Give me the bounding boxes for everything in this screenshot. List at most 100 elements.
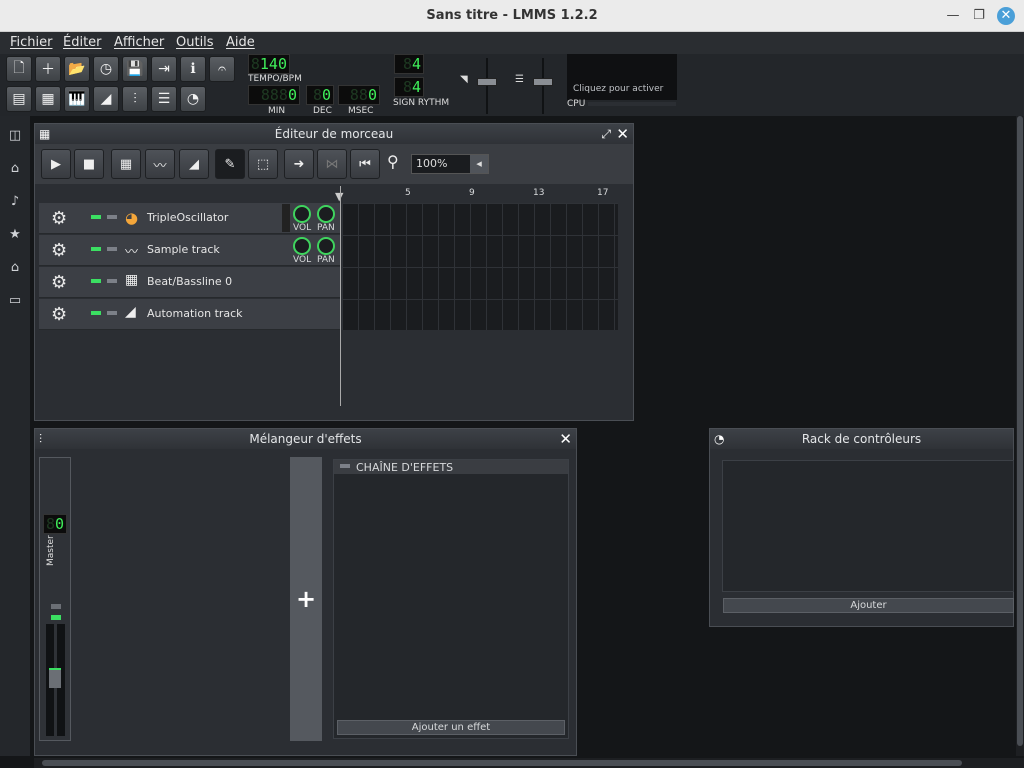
master-channel-strip[interactable]: 80 Master — [39, 457, 71, 741]
horizontal-scrollbar[interactable] — [34, 758, 1024, 768]
mute-led[interactable] — [91, 215, 101, 219]
new-from-template-icon[interactable]: ＋ — [35, 56, 61, 82]
menu-editer[interactable]: Éditer — [63, 35, 102, 50]
add-beat-bassline-icon[interactable]: ▦ — [111, 149, 141, 179]
computer-icon[interactable]: ▭ — [6, 293, 24, 311]
menu-aide[interactable]: Aide — [226, 35, 255, 50]
recent-projects-icon[interactable]: ◷ — [93, 56, 119, 82]
waveform-icon: 〰 — [125, 245, 139, 260]
cpu-graph[interactable]: Cliquez pour activer — [567, 54, 677, 100]
menu-outils[interactable]: Outils — [176, 35, 214, 50]
new-project-icon[interactable]: 🗋 — [6, 56, 32, 82]
menu-fichier[interactable]: Fichier — [10, 35, 53, 50]
add-controller-button[interactable]: Ajouter — [723, 598, 1014, 613]
save-project-icon[interactable]: 💾 — [122, 56, 148, 82]
track-name[interactable]: Sample track — [147, 243, 220, 256]
close-window-icon[interactable]: ✕ — [997, 7, 1015, 25]
fx-mixer-window: ⫶ Mélangeur d'effets ✕ 80 Master + CHAÎN… — [34, 428, 577, 756]
home-icon[interactable]: ⌂ — [6, 260, 24, 278]
effects-chain-header: CHAÎNE D'EFFETS — [334, 460, 568, 474]
volume-knob[interactable] — [293, 205, 311, 223]
time-sig-numerator[interactable]: 84 — [394, 54, 424, 74]
solo-led[interactable] — [107, 279, 117, 283]
vertical-scrollbar[interactable] — [1016, 116, 1024, 756]
gear-icon[interactable]: ⚙ — [51, 240, 67, 261]
mute-led[interactable] — [91, 279, 101, 283]
pan-knob[interactable] — [317, 237, 335, 255]
tempo-display[interactable]: 8140 — [248, 54, 290, 74]
cpu-bar — [588, 102, 676, 106]
info-icon[interactable]: ℹ — [180, 56, 206, 82]
play-icon[interactable]: ▶ — [41, 149, 71, 179]
song-editor-toolbar: ▶ ■ ▦ 〰 ◢ ✎ ⬚ ➜ ⋈ ⏮ ⚲ 100% ◂ — [35, 144, 633, 184]
gear-icon[interactable]: ⚙ — [51, 208, 67, 229]
edit-mode-icon[interactable]: ⬚ — [248, 149, 278, 179]
track-name[interactable]: TripleOscillator — [147, 211, 228, 224]
instrument-plugins-icon[interactable]: ◫ — [6, 128, 24, 146]
project-notes-icon[interactable]: ☰ — [151, 86, 177, 112]
fx-mixer-icon[interactable]: ⫶ — [122, 86, 148, 112]
stop-behaviour-icon[interactable]: ⏮ — [350, 149, 380, 179]
track-row[interactable]: ⚙ ◕ TripleOscillator VOL PAN — [39, 203, 341, 234]
master-volume-slider[interactable] — [477, 78, 497, 86]
timeline[interactable]: ▼ 5 9 13 17 — [35, 186, 633, 203]
my-samples-icon[interactable]: ♪ — [6, 194, 24, 212]
mute-led[interactable] — [91, 311, 101, 315]
track-row[interactable]: ⚙ ◢ Automation track — [39, 299, 341, 330]
my-projects-icon[interactable]: ⌂ — [6, 161, 24, 179]
solo-led[interactable] — [107, 247, 117, 251]
song-editor-icon[interactable]: ▤ — [6, 86, 32, 112]
loop-points-icon[interactable]: ⋈ — [317, 149, 347, 179]
zoom-icon: ⚲ — [387, 152, 399, 171]
time-sig-denominator[interactable]: 84 — [394, 77, 424, 97]
fx-mixer-titlebar: ⫶ Mélangeur d'effets ✕ — [35, 429, 576, 449]
open-project-icon[interactable]: 📂 — [64, 56, 90, 82]
auto-scroll-icon[interactable]: ➜ — [284, 149, 314, 179]
master-fader[interactable] — [49, 668, 61, 688]
master-volume-icon: ◥ — [460, 74, 468, 85]
track-activity-bar — [282, 204, 290, 232]
master-pitch-slider[interactable] — [533, 78, 553, 86]
scrollbar-thumb[interactable] — [1017, 116, 1023, 746]
beat-bassline-icon[interactable]: ▦ — [35, 86, 61, 112]
solo-led[interactable] — [107, 311, 117, 315]
minimize-icon[interactable]: — — [944, 7, 962, 25]
my-presets-icon[interactable]: ★ — [6, 227, 24, 245]
gear-icon[interactable]: ⚙ — [51, 272, 67, 293]
track-row[interactable]: ⚙ ▦ Beat/Bassline 0 — [39, 267, 341, 298]
metronome-icon[interactable]: 𝄐 — [209, 56, 235, 82]
add-effect-button[interactable]: Ajouter un effet — [337, 720, 565, 735]
mute-led[interactable] — [51, 604, 61, 609]
draw-mode-icon[interactable]: ✎ — [215, 149, 245, 179]
close-icon[interactable]: ✕ — [616, 125, 629, 143]
pattern-grid[interactable] — [342, 203, 618, 330]
automation-editor-icon[interactable]: ◢ — [93, 86, 119, 112]
volume-knob[interactable] — [293, 237, 311, 255]
maximize-icon[interactable]: ❐ — [970, 7, 988, 25]
song-editor-window: ▦ Éditeur de morceau ⤢ ✕ ▶ ■ ▦ 〰 ◢ ✎ ⬚ ➜… — [34, 123, 634, 421]
stop-icon[interactable]: ■ — [74, 149, 104, 179]
add-automation-track-icon[interactable]: ◢ — [179, 149, 209, 179]
menu-afficher[interactable]: Afficher — [114, 35, 164, 50]
zoom-select[interactable]: 100% ◂ — [411, 154, 489, 174]
track-name[interactable]: Beat/Bassline 0 — [147, 275, 232, 288]
gear-icon[interactable]: ⚙ — [51, 304, 67, 325]
track-row[interactable]: ⚙ 〰 Sample track VOL PAN — [39, 235, 341, 266]
playhead-line — [340, 186, 341, 406]
effects-chain-led[interactable] — [340, 464, 350, 468]
solo-led[interactable] — [107, 215, 117, 219]
chevron-left-icon[interactable]: ◂ — [470, 155, 488, 173]
mute-led[interactable] — [91, 247, 101, 251]
controller-rack-icon[interactable]: ◔ — [180, 86, 206, 112]
close-icon[interactable]: ✕ — [559, 430, 572, 448]
zoom-value: 100% — [416, 157, 448, 170]
export-icon[interactable]: ⇥ — [151, 56, 177, 82]
scrollbar-thumb[interactable] — [42, 760, 962, 766]
piano-roll-icon[interactable]: 🎹 — [64, 86, 90, 112]
solo-led[interactable] — [51, 615, 61, 620]
track-name[interactable]: Automation track — [147, 307, 243, 320]
add-channel-button[interactable]: + — [290, 457, 322, 741]
add-sample-track-icon[interactable]: 〰 — [145, 149, 175, 179]
maximize-icon[interactable]: ⤢ — [601, 124, 611, 144]
pan-knob[interactable] — [317, 205, 335, 223]
